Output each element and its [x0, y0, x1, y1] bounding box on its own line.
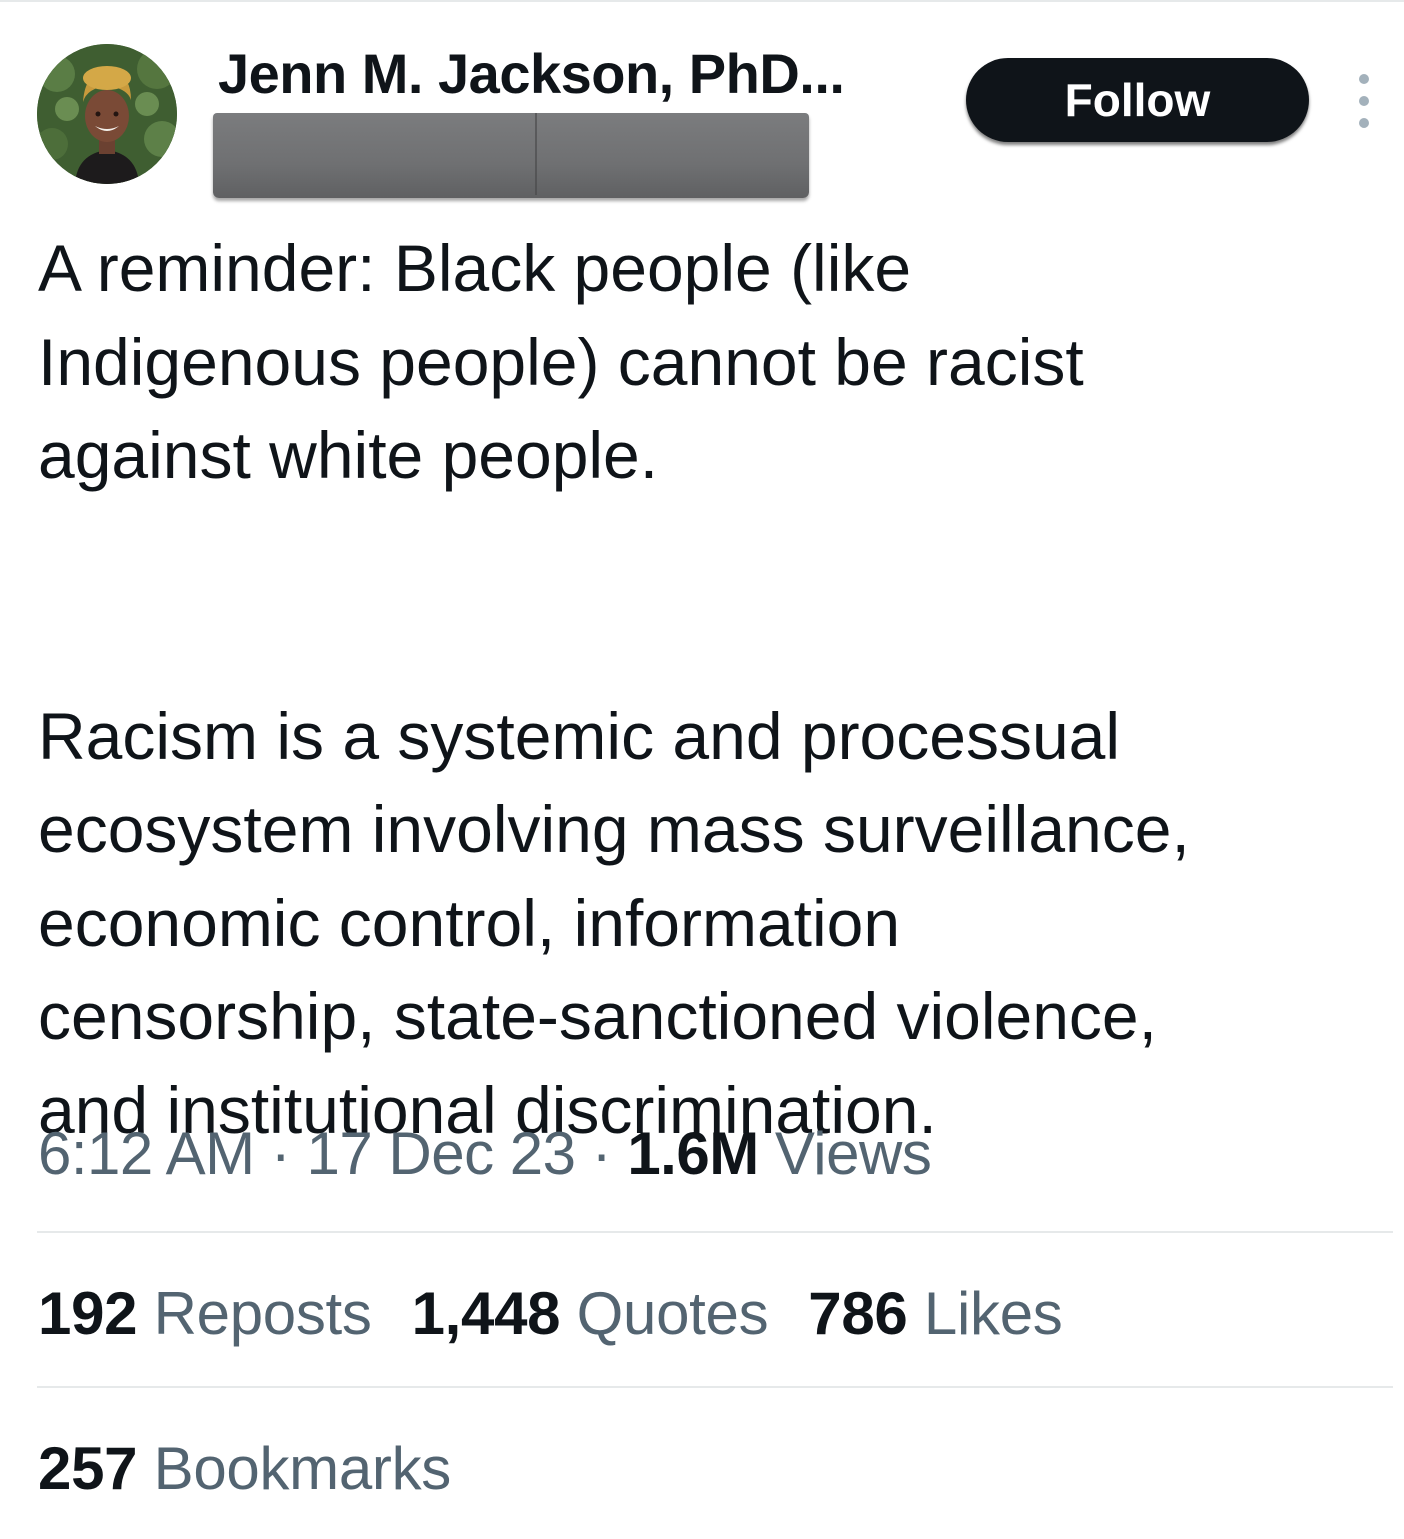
divider	[37, 1231, 1393, 1233]
bookmarks-label: Bookmarks	[153, 1435, 452, 1502]
reposts-label: Reposts	[153, 1280, 372, 1347]
more-dot	[1359, 96, 1369, 106]
views-count: 1.6M	[627, 1120, 759, 1187]
more-dot	[1359, 74, 1369, 84]
likes-stat[interactable]: 786 Likes	[808, 1278, 1062, 1350]
author-display-name[interactable]: Jenn M. Jackson, PhD...	[218, 40, 845, 108]
bookmarks-stat[interactable]: 257 Bookmarks	[38, 1433, 451, 1505]
follow-button[interactable]: Follow	[966, 58, 1309, 142]
avatar-image	[37, 44, 177, 184]
reposts-count: 192	[38, 1280, 138, 1347]
likes-count: 786	[808, 1280, 908, 1347]
more-dot	[1359, 118, 1369, 128]
reposts-stat[interactable]: 192 Reposts	[38, 1278, 372, 1350]
more-vertical-icon[interactable]	[1350, 74, 1378, 128]
tweet-text: A reminder: Black people (like Indigenou…	[38, 222, 1378, 1157]
tweet-line: ecosystem involving mass surveillance,	[38, 792, 1190, 866]
views-label: Views	[774, 1120, 932, 1187]
engagement-stats: 192 Reposts 1,448 Quotes 786 Likes	[38, 1278, 1102, 1350]
tweet-line: economic control, information	[38, 885, 901, 960]
author-avatar[interactable]	[37, 44, 177, 184]
tweet-line: Indigenous people) cannot be racist	[38, 324, 1084, 399]
quotes-stat[interactable]: 1,448 Quotes	[412, 1278, 769, 1350]
tweet-meta: 6:12 AM · 17 Dec 23 · 1.6M Views	[38, 1118, 932, 1190]
tweet-line: censorship, state-sanctioned violence,	[38, 979, 1157, 1053]
quotes-label: Quotes	[576, 1280, 769, 1347]
likes-label: Likes	[923, 1280, 1063, 1347]
top-divider	[0, 0, 1404, 2]
tweet-line: A reminder: Black people (like	[38, 231, 912, 305]
divider	[37, 1386, 1393, 1388]
meta-separator: ·	[254, 1120, 307, 1187]
tweet-line: Racism is a systemic and processual	[38, 698, 1121, 773]
tweet-line: against white people.	[38, 418, 659, 492]
bookmarks-count: 257	[38, 1435, 138, 1502]
quotes-count: 1,448	[411, 1280, 561, 1347]
tweet-detail: Jenn M. Jackson, PhD... Follow A reminde…	[0, 0, 1404, 1539]
tweet-time[interactable]: 6:12 AM	[38, 1120, 255, 1187]
redacted-handle	[213, 113, 809, 198]
tweet-date[interactable]: 17 Dec 23	[306, 1120, 576, 1187]
meta-separator: ·	[575, 1120, 628, 1187]
